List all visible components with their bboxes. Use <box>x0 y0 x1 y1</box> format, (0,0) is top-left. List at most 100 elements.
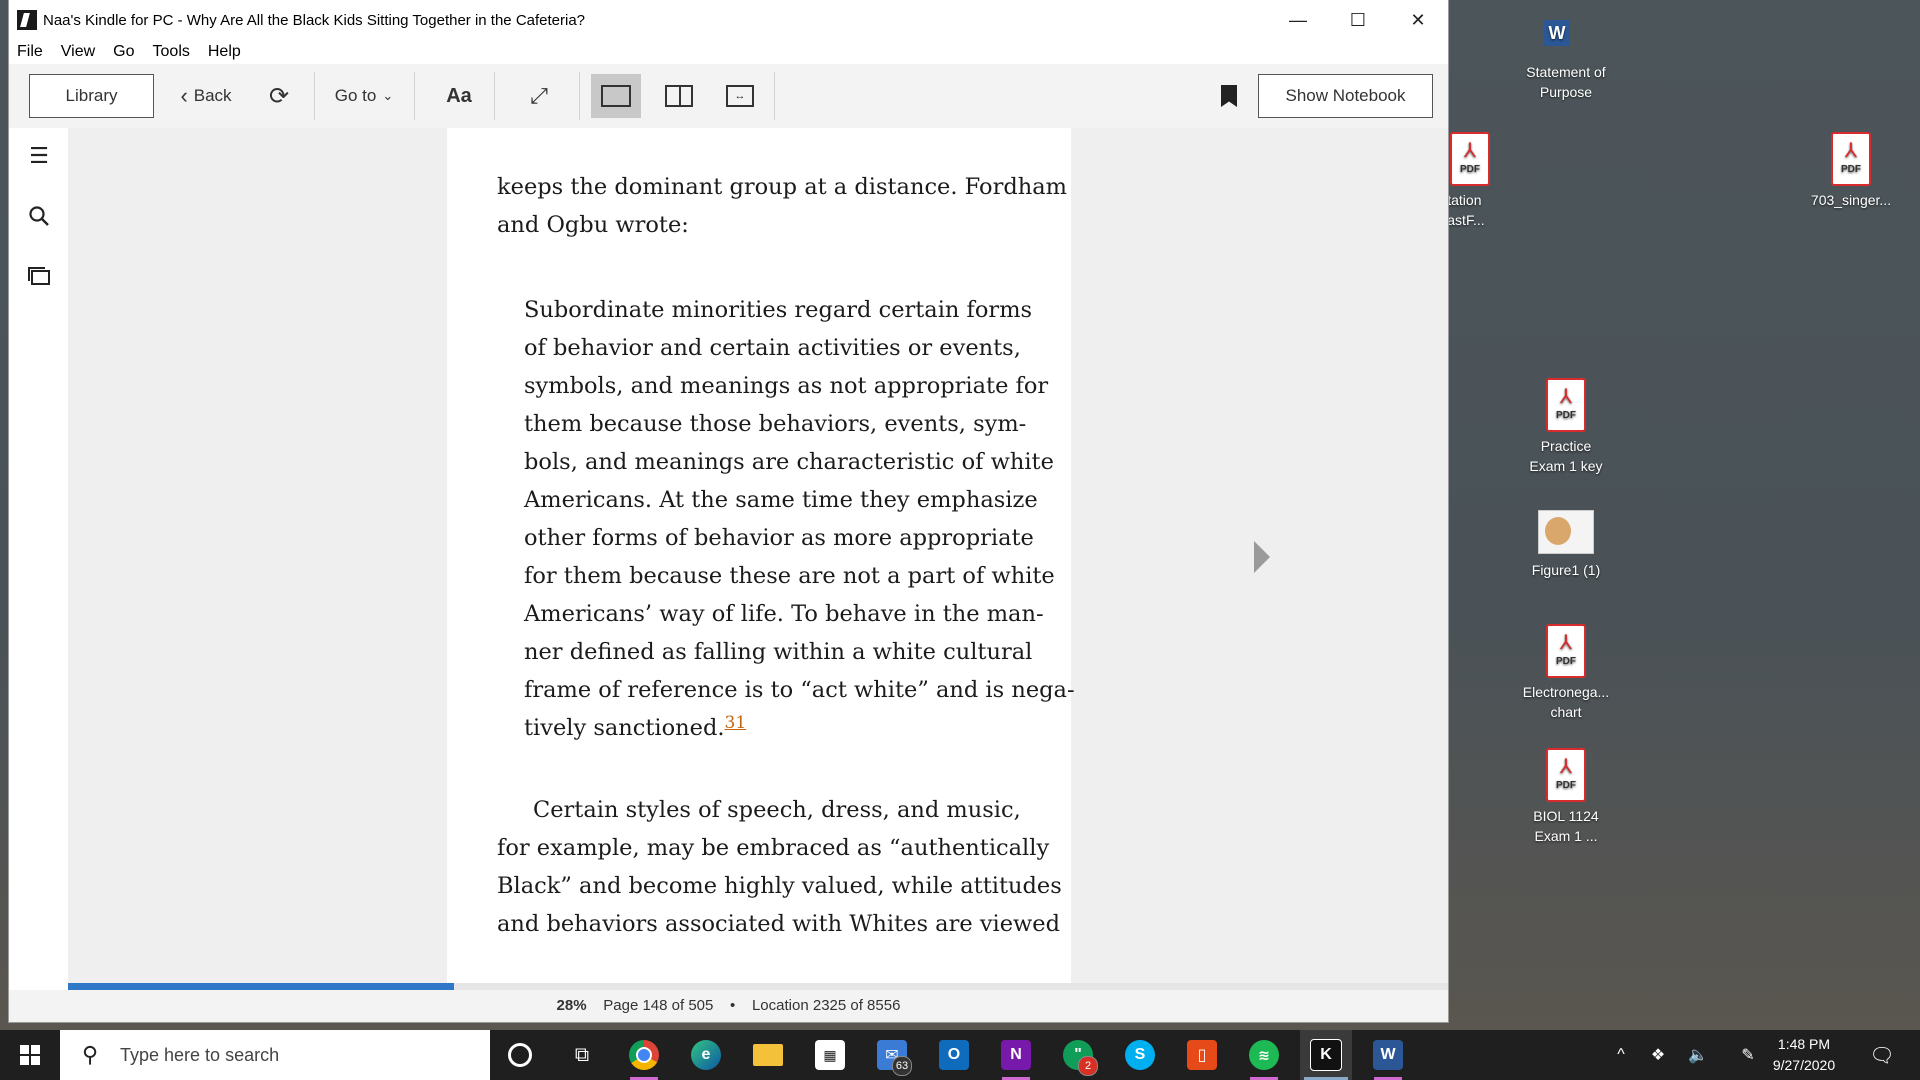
text-line: them because those behaviors, events, sy… <box>524 411 1027 437</box>
kindle-icon: K <box>1310 1039 1342 1071</box>
desktop-icon-statement-of-purpose[interactable]: W Statement of Purpose <box>1511 8 1621 102</box>
full-screen-button[interactable]: ⤢ <box>509 74 569 118</box>
taskbar-kindle[interactable]: K <box>1300 1030 1352 1080</box>
task-view-button[interactable]: ⧉ <box>556 1030 608 1080</box>
taskbar-file-explorer[interactable] <box>742 1030 794 1080</box>
clock-time: 1:48 PM <box>1777 1036 1831 1052</box>
footnote-link[interactable]: 31 <box>725 713 747 733</box>
flashcards-icon[interactable] <box>25 262 53 290</box>
sync-button[interactable]: ⟳ <box>254 74 304 118</box>
font-settings-button[interactable]: Aa <box>429 74 489 118</box>
single-page-icon <box>601 85 631 107</box>
menu-bar: File View Go Tools Help <box>9 40 250 64</box>
book-page: keeps the dominant group at a distance. … <box>447 128 1075 983</box>
start-button[interactable] <box>0 1030 60 1080</box>
add-bookmark-button[interactable] <box>1209 74 1249 118</box>
notifications-icon[interactable]: 🗨 <box>1862 1030 1902 1080</box>
pdf-file-icon: ⅄ PDF <box>1546 748 1586 802</box>
chrome-icon <box>629 1040 659 1070</box>
menu-help[interactable]: Help <box>199 40 250 64</box>
onenote-icon: N <box>1001 1040 1031 1070</box>
taskbar-store[interactable]: ▦ <box>804 1030 856 1080</box>
paragraph: Certain styles of speech, dress, and mus… <box>497 791 1062 943</box>
taskbar-search[interactable]: ⚲ Type here to search <box>60 1030 490 1080</box>
title-bar: Naa's Kindle for PC - Why Are All the Bl… <box>9 0 1448 40</box>
close-button[interactable]: ✕ <box>1388 0 1448 40</box>
desktop-icon-label: chart <box>1550 704 1582 720</box>
desktop-icon-biol-1124-exam[interactable]: ⅄ PDF BIOL 1124 Exam 1 ... <box>1511 748 1621 846</box>
expand-icon: ⤢ <box>530 83 548 108</box>
reading-progress-bar[interactable] <box>68 983 1448 990</box>
next-page-arrow-icon[interactable] <box>1254 541 1270 573</box>
desktop-icon-label: Exam 1 key <box>1529 458 1603 474</box>
text-line: Black” and become highly valued, while a… <box>497 873 1062 899</box>
menu-go[interactable]: Go <box>104 40 143 64</box>
taskbar-word[interactable]: W <box>1362 1030 1414 1080</box>
taskbar-hangouts[interactable]: " 2 <box>1052 1030 1104 1080</box>
taskbar-onenote[interactable]: N <box>990 1030 1042 1080</box>
edge-icon: e <box>691 1040 721 1070</box>
toolbar-divider <box>579 72 580 120</box>
text-line: ner defined as falling within a white cu… <box>524 639 1033 665</box>
reader-toolbar: Library ‹ Back ⟳ Go to ⌄ Aa ⤢ ↔ Show Not… <box>9 64 1448 129</box>
paragraph: keeps the dominant group at a distance. … <box>497 168 1067 244</box>
taskbar-edge[interactable]: e <box>680 1030 732 1080</box>
desktop-icon-label: 703_singer... <box>1810 192 1892 208</box>
minimize-button[interactable]: — <box>1268 0 1328 40</box>
skype-icon: S <box>1125 1040 1155 1070</box>
window-title: Naa's Kindle for PC - Why Are All the Bl… <box>43 11 586 29</box>
two-page-icon <box>665 85 693 107</box>
block-quote: Subordinate minorities regard certain fo… <box>524 291 1075 747</box>
text-line: and Ogbu wrote: <box>497 212 689 238</box>
text-line: symbols, and meanings as not appropriate… <box>524 373 1049 399</box>
text-line: for example, may be embraced as “authent… <box>497 835 1050 861</box>
taskbar-office[interactable]: ▯ <box>1176 1030 1228 1080</box>
search-icon: ⚲ <box>81 1042 99 1067</box>
desktop-icon-electronegativity-chart[interactable]: ⅄ PDF Electronega... chart <box>1511 624 1621 722</box>
text-line: Americans’ way of life. To behave in the… <box>524 601 1044 627</box>
back-label: Back <box>193 86 232 105</box>
volume-icon[interactable]: 🔈 <box>1680 1030 1716 1080</box>
taskbar-mail[interactable]: ✉ 63 <box>866 1030 918 1080</box>
clock-date: 9/27/2020 <box>1772 1057 1836 1073</box>
left-sidebar: ☰ <box>9 128 68 990</box>
status-separator: • <box>730 997 736 1014</box>
taskbar-chrome[interactable] <box>618 1030 670 1080</box>
two-page-view-button[interactable] <box>654 74 704 118</box>
cortana-button[interactable] <box>494 1030 546 1080</box>
desktop-icon-label: Electronega... <box>1522 684 1610 700</box>
show-hidden-icons-button[interactable]: ^ <box>1606 1030 1636 1080</box>
percent-read: 28% <box>556 997 587 1014</box>
dropbox-icon[interactable]: ❖ <box>1640 1030 1676 1080</box>
search-icon[interactable] <box>25 202 53 230</box>
taskbar-skype[interactable]: S <box>1114 1030 1166 1080</box>
taskbar-spotify[interactable]: ≋ <box>1238 1030 1290 1080</box>
single-page-view-button[interactable] <box>591 74 641 118</box>
desktop-icon-practice-exam[interactable]: ⅄ PDF Practice Exam 1 key <box>1511 378 1621 476</box>
back-button[interactable]: ‹ Back <box>166 74 246 118</box>
table-of-contents-icon[interactable]: ☰ <box>25 142 53 170</box>
bookmark-icon <box>1221 85 1237 107</box>
desktop-icon-label: Statement of <box>1526 64 1606 80</box>
text-line: and behaviors associated with Whites are… <box>497 911 1061 937</box>
desktop-icon-703-singer[interactable]: ⅄ PDF 703_singer... <box>1796 132 1906 210</box>
maximize-button[interactable]: ☐ <box>1328 0 1388 40</box>
taskbar-outlook[interactable]: O <box>928 1030 980 1080</box>
taskbar: ⚲ Type here to search ⧉ e ▦ ✉ 63 O N " 2 S… <box>0 1030 1920 1080</box>
status-bar: 28% Page 148 of 505 • Location 2325 of 8… <box>9 990 1448 1022</box>
menu-tools[interactable]: Tools <box>144 40 199 64</box>
desktop-icon-figure1[interactable]: Figure1 (1) <box>1511 502 1621 580</box>
sync-icon: ⟳ <box>268 82 290 110</box>
fit-width-view-button[interactable]: ↔ <box>715 74 765 118</box>
library-button[interactable]: Library <box>29 74 154 118</box>
menu-file[interactable]: File <box>9 40 52 64</box>
desktop-icon-label: Figure1 (1) <box>1531 562 1601 578</box>
toolbar-divider <box>494 72 495 120</box>
search-placeholder: Type here to search <box>120 1044 280 1065</box>
folder-icon <box>753 1044 783 1066</box>
system-clock[interactable]: 1:48 PM 9/27/2020 <box>1760 1030 1848 1080</box>
desktop-icon-label: Purpose <box>1539 84 1593 100</box>
go-to-button[interactable]: Go to ⌄ <box>324 74 404 118</box>
menu-view[interactable]: View <box>52 40 104 64</box>
show-notebook-button[interactable]: Show Notebook <box>1258 74 1433 118</box>
